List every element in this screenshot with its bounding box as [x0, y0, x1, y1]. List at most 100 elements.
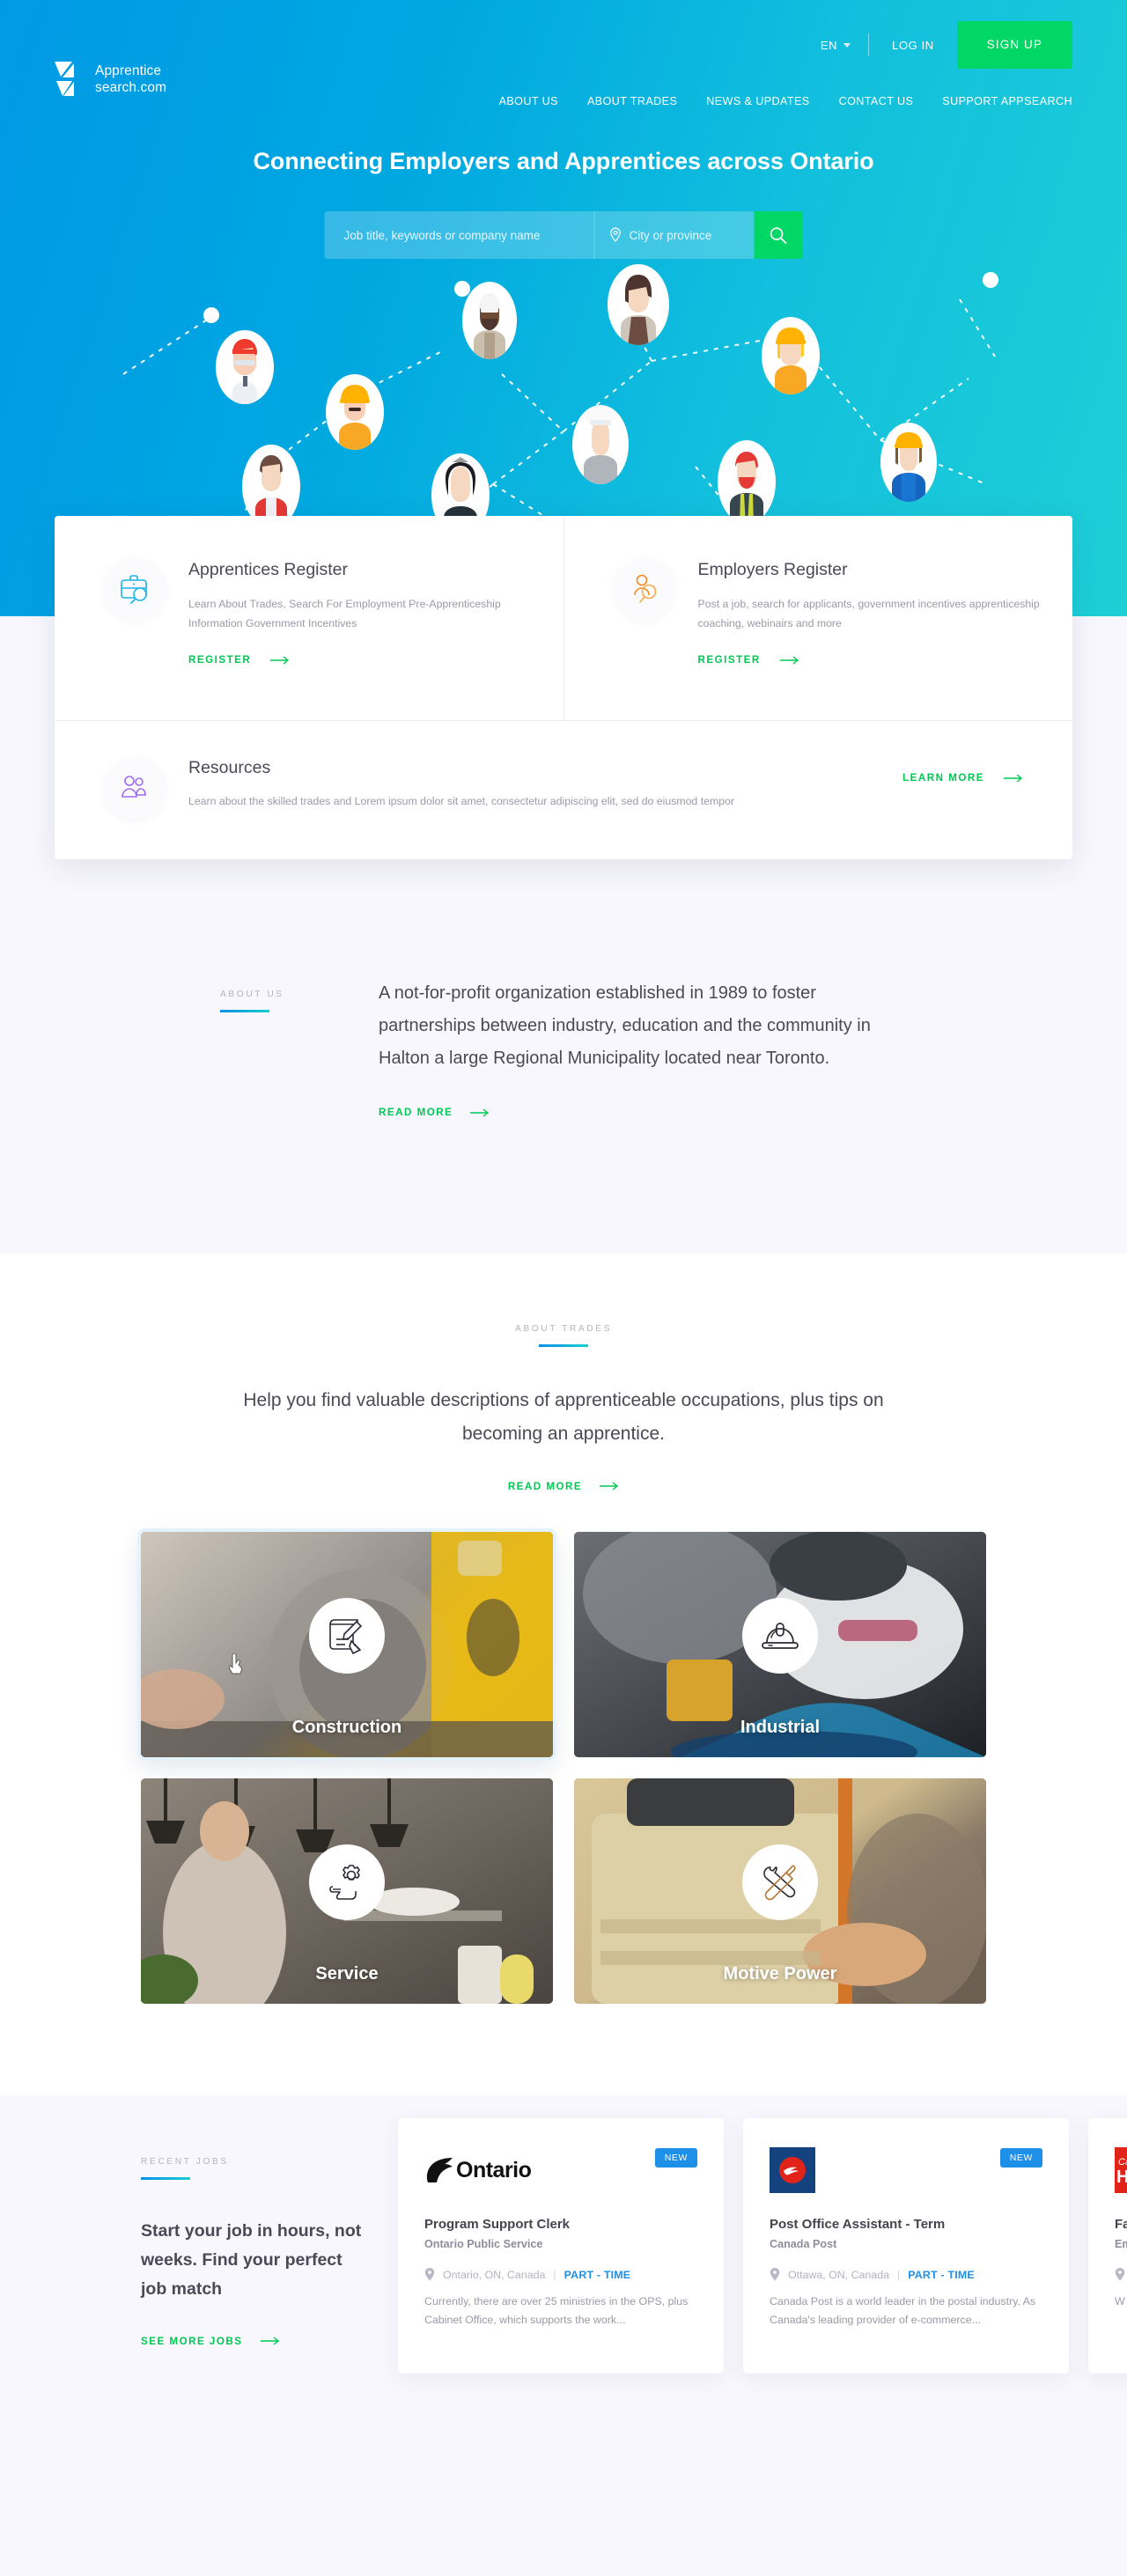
- nav-item-news-updates[interactable]: NEWS & UPDATES: [706, 95, 809, 107]
- new-badge: NEW: [654, 2148, 697, 2168]
- search-location-wrap: [593, 211, 755, 259]
- about-body-text: A not-for-profit organization establishe…: [379, 983, 871, 1068]
- job-title: Post Office Assistant - Term: [770, 2217, 946, 2232]
- hard-hat-icon: [742, 1597, 818, 1674]
- top-bar: Apprentice search.com EN LOG IN SIGN UP A…: [0, 0, 1127, 158]
- job-meta: Ontario, ON, Canada | PART - TIME: [424, 2268, 697, 2281]
- canadian-help-logo: Ca HE: [1115, 2146, 1127, 2194]
- job-description: Currently, there are over 25 ministries …: [424, 2295, 689, 2326]
- search-location-input[interactable]: [622, 211, 751, 259]
- location-pin-icon: [770, 2268, 780, 2281]
- trade-card-motive-power[interactable]: Motive Power: [574, 1778, 986, 2004]
- trades-read-more-label: READ MORE: [507, 1480, 583, 1492]
- resources-learn-more-label: LEARN MORE: [902, 772, 984, 784]
- job-description: Canada Post is a world leader in the pos…: [770, 2295, 1036, 2326]
- arrow-right-icon: [600, 1482, 619, 1490]
- resources-learn-more-link[interactable]: LEARN MORE: [902, 772, 1023, 784]
- job-card[interactable]: Ontario NEW Program Support Clerk Ontari…: [398, 2118, 724, 2374]
- job-type: PART - TIME: [564, 2268, 631, 2281]
- avatar-node: [462, 282, 517, 359]
- trade-card-service[interactable]: Service: [141, 1778, 553, 2004]
- job-title: Program Support Clerk: [424, 2217, 571, 2232]
- svg-text:Ca: Ca: [1118, 2157, 1127, 2168]
- location-pin-icon: [1115, 2268, 1125, 2281]
- job-meta: [1115, 2268, 1127, 2281]
- avatar-node: [880, 423, 937, 502]
- job-card[interactable]: Ca HE Fa Em W str: [1088, 2118, 1127, 2374]
- wrench-screwdriver-icon: [742, 1844, 818, 1920]
- apprentices-register-link[interactable]: REGISTER: [188, 654, 290, 666]
- job-title: Fa: [1115, 2217, 1127, 2232]
- about-read-more-label: READ MORE: [379, 1107, 453, 1118]
- apprentices-register-card[interactable]: Apprentices Register Learn About Trades,…: [55, 516, 564, 720]
- about-content: A not-for-profit organization establishe…: [379, 977, 885, 1120]
- arrow-right-icon: [1004, 773, 1023, 783]
- site-logo[interactable]: Apprentice search.com: [55, 60, 166, 99]
- nav-item-about-trades[interactable]: ABOUT TRADES: [587, 95, 677, 107]
- trade-card-industrial[interactable]: Industrial: [574, 1532, 986, 1757]
- job-company: Canada Post: [770, 2238, 837, 2250]
- cursor-pointer-icon: [227, 1652, 245, 1679]
- avatar-node: [608, 264, 669, 345]
- employers-register-card[interactable]: Employers Register Post a job, search fo…: [563, 516, 1073, 720]
- about-eyebrow-block: ABOUT US: [220, 977, 379, 1120]
- trade-card-label: Industrial: [740, 1718, 820, 1737]
- job-description: W str: [1115, 2295, 1127, 2307]
- trades-section: ABOUT TRADES Help you find valuable desc…: [0, 1254, 1127, 2095]
- job-card[interactable]: NEW Post Office Assistant - Term Canada …: [743, 2118, 1069, 2374]
- see-more-jobs-label: SEE MORE JOBS: [141, 2335, 243, 2347]
- arrow-right-icon: [470, 1108, 490, 1117]
- apprentices-card-desc: Learn About Trades, Search For Employmen…: [188, 598, 501, 629]
- trades-read-more-link[interactable]: READ MORE: [508, 1481, 619, 1492]
- chevron-down-icon: [843, 42, 851, 48]
- employers-register-label: REGISTER: [697, 654, 761, 666]
- trades-lead-text: Help you find valuable descriptions of a…: [243, 1389, 884, 1444]
- trades-eyebrow: ABOUT TRADES: [514, 1324, 613, 1334]
- meta-separator: |: [897, 2268, 901, 2281]
- resources-card-desc: Learn about the skilled trades and Lorem…: [188, 795, 734, 807]
- arrow-right-icon: [779, 655, 799, 665]
- see-more-jobs-link[interactable]: SEE MORE JOBS: [141, 2336, 280, 2347]
- language-switcher[interactable]: EN: [803, 39, 868, 52]
- job-location: Ottawa, ON, Canada: [788, 2268, 890, 2281]
- network-lines: [122, 272, 998, 528]
- job-company: Em: [1115, 2238, 1127, 2250]
- login-link[interactable]: LOG IN: [869, 39, 957, 52]
- job-company: Ontario Public Service: [424, 2238, 543, 2250]
- register-panel-top: Apprentices Register Learn About Trades,…: [55, 516, 1072, 720]
- about-read-more-link[interactable]: READ MORE: [379, 1107, 490, 1118]
- nav-item-support-appsearch[interactable]: SUPPORT APPSEARCH: [942, 95, 1072, 107]
- job-meta: Ottawa, ON, Canada | PART - TIME: [770, 2268, 1042, 2281]
- location-pin-icon: [610, 227, 621, 242]
- employers-register-link[interactable]: REGISTER: [698, 654, 799, 666]
- employers-card-title: Employers Register: [697, 560, 848, 579]
- nav-item-about-us[interactable]: ABOUT US: [499, 95, 558, 107]
- trade-card-label: Motive Power: [723, 1964, 837, 1984]
- hero-title: Connecting Employers and Apprentices acr…: [253, 148, 874, 174]
- resources-card[interactable]: Resources Learn about the skilled trades…: [55, 720, 1072, 859]
- trade-card-construction[interactable]: Construction: [141, 1532, 553, 1757]
- svg-text:HE: HE: [1116, 2168, 1127, 2187]
- signup-button[interactable]: SIGN UP: [956, 21, 1072, 69]
- resources-card-text: Resources Learn about the skilled trades…: [188, 758, 734, 810]
- location-pin-icon: [424, 2268, 435, 2281]
- about-eyebrow: ABOUT US: [220, 990, 284, 999]
- logo-mark-icon: [55, 60, 86, 99]
- arrow-right-icon: [260, 2337, 279, 2345]
- ontario-logo-text: Ontario: [456, 2157, 532, 2182]
- search-icon: [770, 226, 787, 244]
- meta-separator: |: [553, 2268, 556, 2281]
- users-icon: [104, 758, 166, 820]
- nav-item-contact-us[interactable]: CONTACT US: [839, 95, 914, 107]
- job-cards-carousel[interactable]: Ontario NEW Program Support Clerk Ontari…: [398, 2118, 1127, 2374]
- search-button[interactable]: [754, 211, 803, 259]
- search-keyword-input[interactable]: [324, 211, 594, 259]
- avatar-node: [762, 317, 820, 394]
- accent-rule: [141, 2177, 190, 2180]
- trades-header: ABOUT TRADES Help you find valuable desc…: [0, 1254, 1127, 1494]
- logo-line-2: search.com: [95, 80, 167, 95]
- employers-card-desc: Post a job, search for applicants, gover…: [697, 598, 1040, 629]
- logo-line-1: Apprentice: [95, 63, 162, 78]
- trade-category-grid: Construction Industrial Service Motive P…: [141, 1532, 986, 2004]
- avatar-node: [216, 330, 274, 404]
